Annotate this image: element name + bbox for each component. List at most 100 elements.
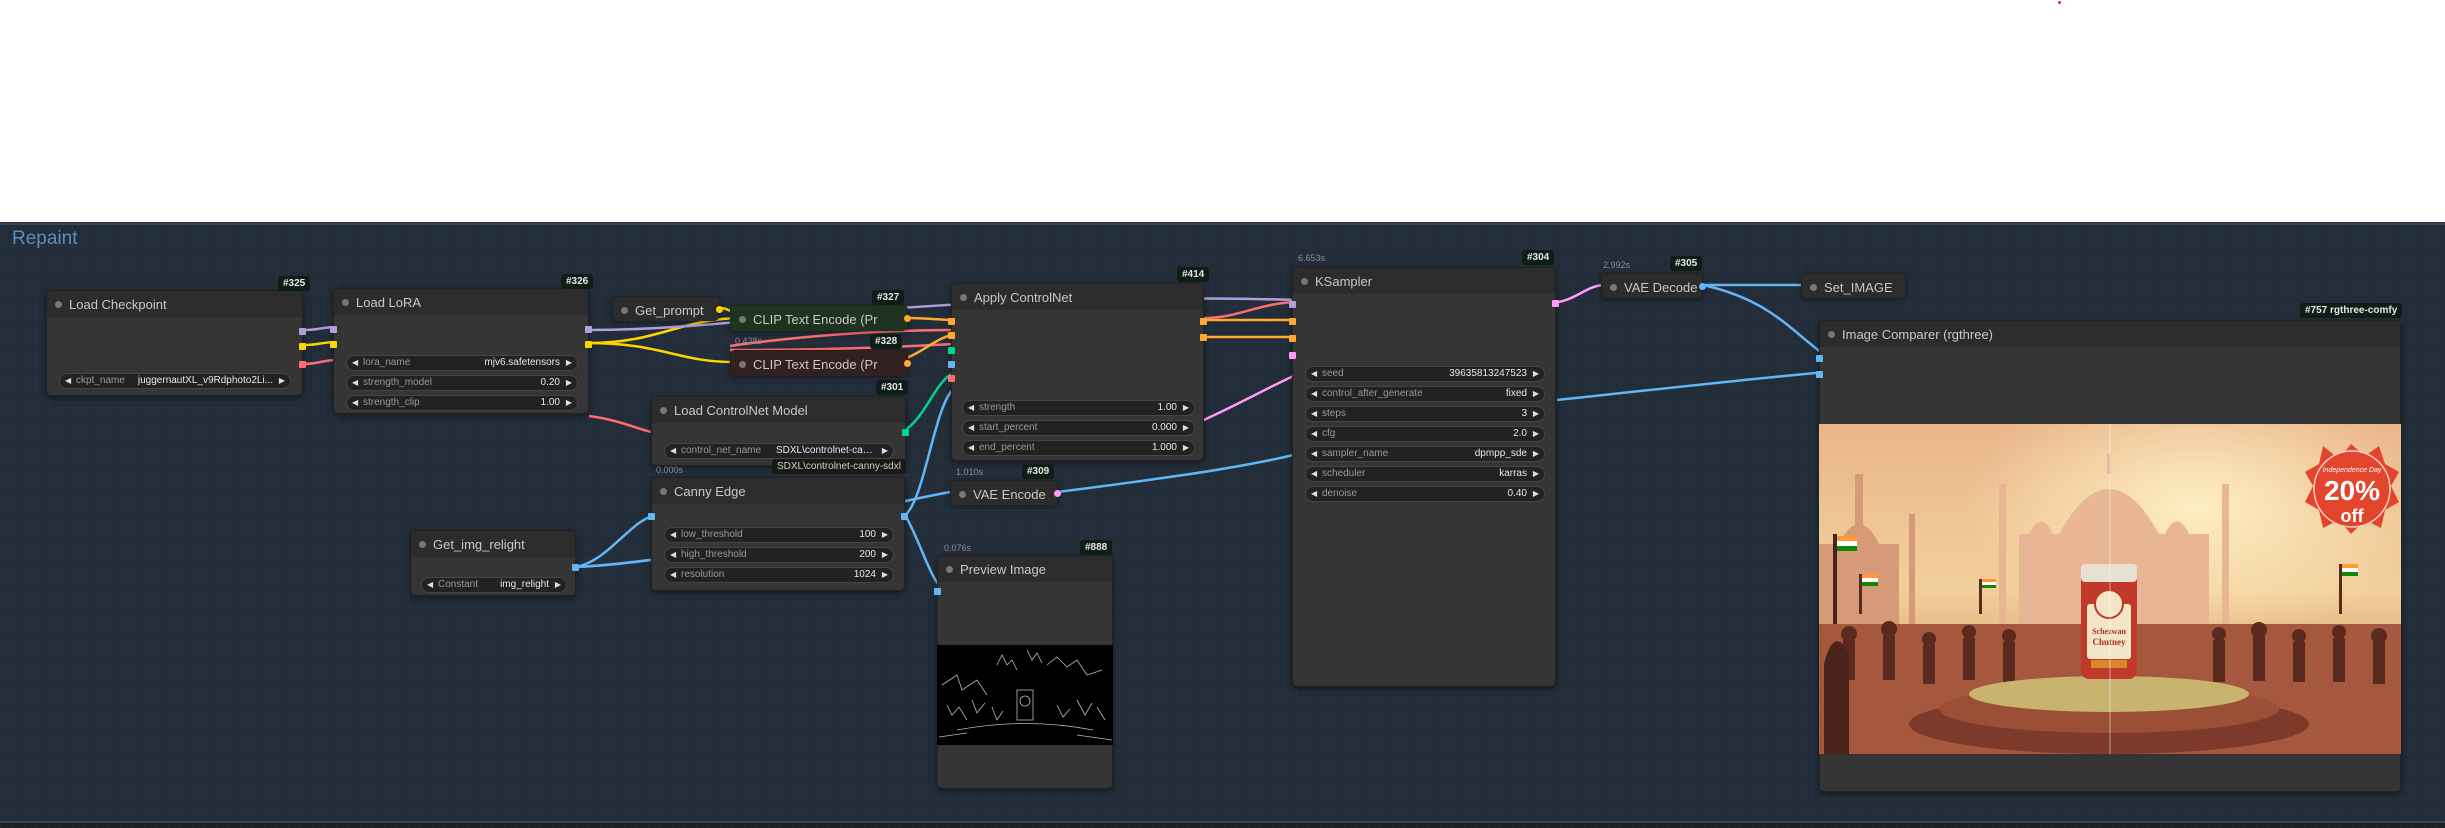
collapse-dot[interactable] bbox=[660, 488, 667, 495]
widget-low-threshold[interactable]: ◀ low_threshold 100 ▶ bbox=[664, 527, 894, 543]
node-header[interactable]: VAE Decode bbox=[1602, 274, 1702, 298]
collapse-dot[interactable] bbox=[419, 541, 426, 548]
node-title: Set_IMAGE bbox=[1824, 280, 1893, 295]
output-model-slot[interactable] bbox=[299, 328, 306, 335]
collapse-dot[interactable] bbox=[960, 294, 967, 301]
widget-strength-model[interactable]: ◀ strength_model 0.20 ▶ bbox=[346, 375, 578, 391]
node-header[interactable]: Load Checkpoint bbox=[47, 291, 302, 317]
output-conditioning-slot[interactable] bbox=[904, 315, 911, 322]
widget-sampler-name[interactable]: ◀ sampler_name dpmpp_sde ▶ bbox=[1305, 446, 1545, 462]
output-image-slot[interactable] bbox=[901, 513, 908, 520]
node-id-badge: #301 bbox=[876, 380, 909, 395]
widget-start-percent[interactable]: ◀ start_percent 0.000 ▶ bbox=[962, 420, 1195, 436]
input-positive-slot[interactable] bbox=[948, 318, 955, 325]
widget-steps[interactable]: ◀ steps 3 ▶ bbox=[1305, 406, 1545, 422]
output-positive-slot[interactable] bbox=[1200, 318, 1207, 325]
input-vae-slot[interactable] bbox=[948, 375, 955, 382]
node-header[interactable]: Load LoRA bbox=[334, 289, 588, 315]
output-image-slot[interactable] bbox=[1699, 283, 1706, 290]
node-set-image[interactable]: Set_IMAGE bbox=[1801, 273, 1906, 298]
node-vae-encode[interactable]: VAE Encode bbox=[950, 480, 1061, 505]
collapse-dot[interactable] bbox=[739, 316, 746, 323]
collapse-dot[interactable] bbox=[1810, 284, 1817, 291]
widget-high-threshold[interactable]: ◀ high_threshold 200 ▶ bbox=[664, 547, 894, 563]
output-conditioning-slot[interactable] bbox=[904, 360, 911, 367]
group-title[interactable]: Repaint bbox=[12, 228, 78, 250]
node-get-img-relight[interactable]: Get_img_relight ◀ Constant img_relight ▶ bbox=[410, 530, 579, 596]
collapse-dot[interactable] bbox=[55, 301, 62, 308]
comparison-image[interactable]: Schezwan Chutney Independence Day 20% of… bbox=[1819, 424, 2401, 754]
widget-strength-clip[interactable]: ◀ strength_clip 1.00 ▶ bbox=[346, 395, 578, 411]
node-header[interactable]: Set_IMAGE bbox=[1802, 274, 1905, 298]
node-load-checkpoint[interactable]: Load Checkpoint ◀ ckpt_name juggernautXL_v… bbox=[46, 290, 306, 396]
node-load-controlnet[interactable]: Load ControlNet Model ◀ control_net_name S… bbox=[651, 396, 909, 466]
node-get-prompt[interactable]: Get_prompt bbox=[612, 296, 723, 321]
widget-denoise[interactable]: ◀ denoise 0.40 ▶ bbox=[1305, 486, 1545, 502]
node-title: Image Comparer (rgthree) bbox=[1842, 327, 1993, 342]
node-header[interactable]: Canny Edge bbox=[652, 478, 904, 504]
node-clip-text-encode-negative[interactable]: CLIP Text Encode (Pr bbox=[730, 350, 911, 376]
output-vae-slot[interactable] bbox=[299, 361, 306, 368]
node-header[interactable]: Preview Image bbox=[938, 556, 1112, 582]
node-header[interactable]: Load ControlNet Model bbox=[652, 397, 905, 423]
collapse-dot[interactable] bbox=[660, 407, 667, 414]
collapse-dot[interactable] bbox=[621, 307, 628, 314]
node-header[interactable]: Apply ControlNet bbox=[952, 284, 1203, 310]
input-clip-slot[interactable] bbox=[330, 341, 337, 348]
node-header[interactable]: Get_img_relight bbox=[411, 531, 575, 557]
widget-resolution[interactable]: ◀ resolution 1024 ▶ bbox=[664, 567, 894, 583]
node-load-lora[interactable]: Load LoRA ◀ lora_name mjv6.safetensors ▶ ◀ s… bbox=[330, 288, 592, 414]
input-negative-slot[interactable] bbox=[948, 332, 955, 339]
collapse-dot[interactable] bbox=[959, 491, 966, 498]
input-model-slot[interactable] bbox=[330, 326, 337, 333]
widget-control-after-generate[interactable]: ◀ control_after_generate fixed ▶ bbox=[1305, 386, 1545, 402]
node-header[interactable]: Get_prompt bbox=[613, 297, 719, 321]
collapse-dot[interactable] bbox=[739, 361, 746, 368]
output-model-slot[interactable] bbox=[585, 326, 592, 333]
widget-ckpt-name[interactable]: ◀ ckpt_name juggernautXL_v9Rdphoto2Li... ▶ bbox=[59, 373, 291, 389]
output-negative-slot[interactable] bbox=[1200, 334, 1207, 341]
input-negative-slot[interactable] bbox=[1289, 335, 1296, 342]
collapse-dot[interactable] bbox=[1828, 331, 1835, 338]
input-image-slot[interactable] bbox=[648, 513, 655, 520]
node-ksampler[interactable]: KSampler ◀ seed 396358132475​23 ▶ ◀ control_… bbox=[1289, 267, 1559, 687]
input-image-b-slot[interactable] bbox=[1816, 371, 1823, 378]
node-id-badge: #888 bbox=[1080, 540, 1113, 555]
output-clip-slot[interactable] bbox=[585, 341, 592, 348]
output-latent-slot[interactable] bbox=[1552, 300, 1559, 307]
collapse-dot[interactable] bbox=[946, 566, 953, 573]
output-image-slot[interactable] bbox=[572, 564, 579, 571]
input-image-a-slot[interactable] bbox=[1816, 355, 1823, 362]
widget-control-net-name[interactable]: ◀ control_net_name SDXL\controlnet-can... ▶ bbox=[664, 443, 894, 459]
output-clip-slot[interactable] bbox=[299, 343, 306, 350]
node-canny-edge[interactable]: Canny Edge ◀ low_threshold 100 ▶ ◀ high_thre… bbox=[648, 477, 908, 591]
output-slot[interactable] bbox=[716, 306, 723, 313]
widget-end-percent[interactable]: ◀ end_percent 1.000 ▶ bbox=[962, 440, 1195, 456]
node-header[interactable]: Image Comparer (rgthree) bbox=[1820, 321, 2400, 347]
execution-time: 0.076s bbox=[944, 543, 972, 553]
collapse-dot[interactable] bbox=[1610, 284, 1617, 291]
widget-cfg[interactable]: ◀ cfg 2.0 ▶ bbox=[1305, 426, 1545, 442]
input-image-slot[interactable] bbox=[948, 361, 955, 368]
input-images-slot[interactable] bbox=[934, 588, 941, 595]
input-latent-slot[interactable] bbox=[1289, 352, 1296, 359]
widget-strength[interactable]: ◀ strength 1.00 ▶ bbox=[962, 400, 1195, 416]
node-clip-text-encode-positive[interactable]: CLIP Text Encode (Pr bbox=[730, 305, 911, 331]
input-positive-slot[interactable] bbox=[1289, 318, 1296, 325]
output-latent-slot[interactable] bbox=[1054, 490, 1061, 497]
node-header[interactable]: KSampler bbox=[1293, 268, 1555, 294]
node-vae-decode[interactable]: VAE Decode bbox=[1601, 273, 1706, 298]
output-control-net-slot[interactable] bbox=[902, 429, 909, 436]
collapse-dot[interactable] bbox=[342, 299, 349, 306]
input-control-net-slot[interactable] bbox=[948, 347, 955, 354]
widget-lora-name[interactable]: ◀ lora_name mjv6.safetensors ▶ bbox=[346, 355, 578, 371]
node-header[interactable]: VAE Encode bbox=[951, 481, 1057, 505]
input-model-slot[interactable] bbox=[1289, 301, 1296, 308]
node-apply-controlnet[interactable]: Apply ControlNet ◀ strength 1.00 ▶ ◀ start_p… bbox=[948, 283, 1207, 461]
widget-seed[interactable]: ◀ seed 396358132475​23 ▶ bbox=[1305, 366, 1545, 382]
node-header[interactable]: CLIP Text Encode (Pr bbox=[731, 306, 907, 331]
node-header[interactable]: CLIP Text Encode (Pr bbox=[731, 351, 907, 376]
widget-constant[interactable]: ◀ Constant img_relight ▶ bbox=[421, 577, 567, 593]
collapse-dot[interactable] bbox=[1301, 278, 1308, 285]
widget-scheduler[interactable]: ◀ scheduler karras ▶ bbox=[1305, 466, 1545, 482]
